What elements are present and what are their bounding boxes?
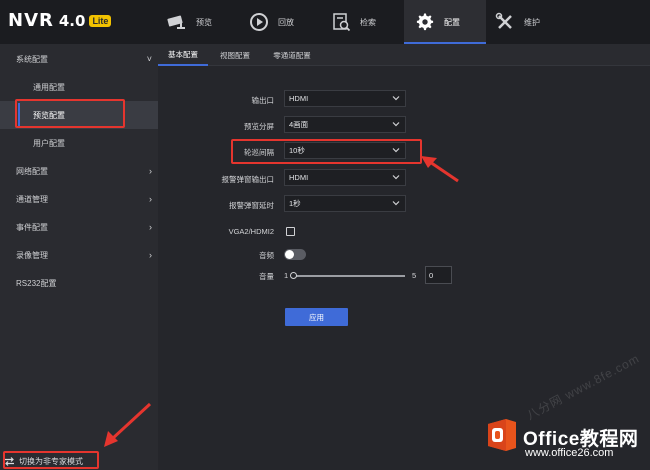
- annotation-arrow-mode-switch: [104, 402, 152, 447]
- annotation-arrow-patrol: [421, 156, 459, 183]
- watermark-url: www.office26.com: [525, 447, 614, 459]
- office-logo-icon: [485, 417, 519, 453]
